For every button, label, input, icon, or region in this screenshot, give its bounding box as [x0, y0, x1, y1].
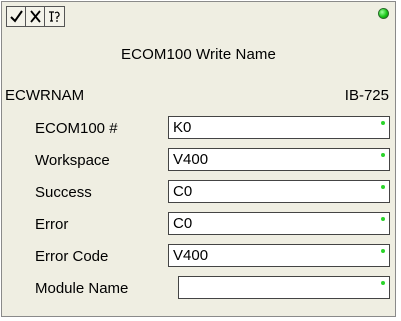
param-label: Success	[35, 184, 92, 201]
cancel-icon	[29, 10, 41, 23]
param-value: V400	[173, 247, 209, 264]
status-dot-icon	[381, 153, 385, 157]
param-label: Error Code	[35, 248, 109, 265]
accept-button[interactable]	[7, 7, 26, 26]
instruction-mnemonic: ECWRNAM	[5, 87, 85, 104]
status-dot-icon	[381, 185, 385, 189]
param-label: Module Name	[35, 280, 129, 297]
help-icon	[49, 11, 60, 22]
param-value: C0	[173, 215, 193, 232]
status-dot-icon	[381, 249, 385, 253]
dialog-toolbar	[6, 6, 65, 27]
module-name-input[interactable]	[178, 276, 390, 299]
param-row-ecom100: ECOM100 # K0	[2, 116, 395, 144]
param-row-module-name: Module Name	[2, 276, 395, 304]
ecom100-input[interactable]: K0	[168, 116, 390, 139]
param-value: K0	[173, 119, 192, 136]
status-dot-icon	[381, 217, 385, 221]
param-row-error: Error C0	[2, 212, 395, 240]
dialog-title: ECOM100 Write Name	[121, 46, 276, 63]
param-row-error-code: Error Code V400	[2, 244, 395, 272]
param-value: C0	[173, 183, 193, 200]
param-label: Error	[35, 216, 69, 233]
error-input[interactable]: C0	[168, 212, 390, 235]
status-dot-icon	[381, 121, 385, 125]
instruction-dialog: ECOM100 Write Name ECWRNAM IB-725 ECOM10…	[1, 1, 396, 317]
workspace-input[interactable]: V400	[168, 148, 390, 171]
param-row-workspace: Workspace V400	[2, 148, 395, 176]
checkmark-icon	[9, 10, 23, 23]
cancel-button[interactable]	[26, 7, 45, 26]
help-button[interactable]	[45, 7, 64, 26]
status-dot-icon	[381, 281, 385, 285]
ib-number: IB-725	[344, 87, 389, 104]
error-code-input[interactable]: V400	[168, 244, 390, 267]
param-label: ECOM100 #	[35, 120, 118, 137]
param-row-success: Success C0	[2, 180, 395, 208]
status-led	[378, 8, 389, 19]
param-value: V400	[173, 151, 209, 168]
param-label: Workspace	[35, 152, 110, 169]
success-input[interactable]: C0	[168, 180, 390, 203]
